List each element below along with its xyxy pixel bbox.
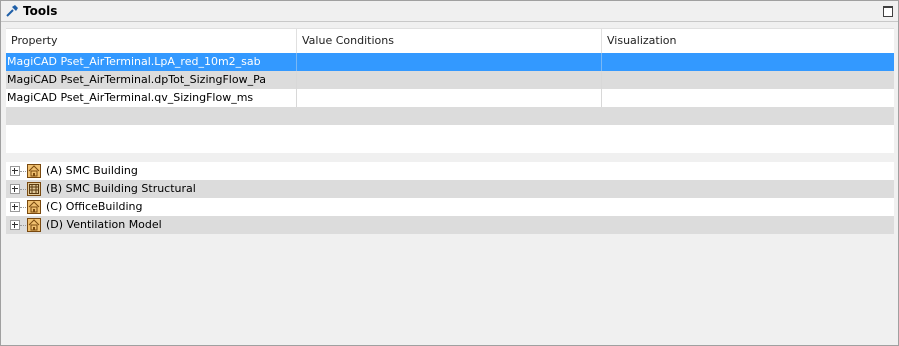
expand-icon[interactable] bbox=[10, 184, 20, 194]
hammer-icon bbox=[5, 4, 19, 18]
expand-icon[interactable] bbox=[10, 166, 20, 176]
grid-header: Property Value Conditions Visualization bbox=[6, 29, 894, 53]
building-icon bbox=[27, 218, 41, 232]
tree-connector bbox=[20, 207, 26, 208]
properties-grid: Property Value Conditions Visualization … bbox=[6, 28, 894, 153]
cell-property[interactable]: MagiCAD Pset_AirTerminal.LpA_red_10m2_sa… bbox=[6, 53, 297, 71]
tree-connector bbox=[20, 189, 26, 190]
maximize-icon[interactable] bbox=[883, 6, 893, 17]
column-header-visualization[interactable]: Visualization bbox=[602, 29, 894, 53]
cell-value-conditions[interactable] bbox=[297, 71, 602, 89]
building-icon bbox=[27, 164, 41, 178]
model-tree: (A) SMC Building (B) SMC Building Struct… bbox=[6, 162, 894, 234]
table-row[interactable]: MagiCAD Pset_AirTerminal.qv_SizingFlow_m… bbox=[6, 89, 894, 107]
tree-item-label: (C) OfficeBuilding bbox=[46, 200, 143, 213]
tree-item-label: (D) Ventilation Model bbox=[46, 218, 162, 231]
table-row[interactable]: MagiCAD Pset_AirTerminal.dpTot_SizingFlo… bbox=[6, 71, 894, 89]
tree-item-label: (B) SMC Building Structural bbox=[46, 182, 196, 195]
cell-value-conditions[interactable] bbox=[297, 89, 602, 107]
expand-icon[interactable] bbox=[10, 202, 20, 212]
tree-item[interactable]: (D) Ventilation Model bbox=[6, 216, 894, 234]
structural-building-icon bbox=[27, 182, 41, 196]
column-header-property[interactable]: Property bbox=[6, 29, 297, 53]
column-header-value-conditions[interactable]: Value Conditions bbox=[297, 29, 602, 53]
building-icon bbox=[27, 200, 41, 214]
table-row[interactable]: MagiCAD Pset_AirTerminal.LpA_red_10m2_sa… bbox=[6, 53, 894, 71]
grid-empty-row bbox=[6, 107, 894, 125]
expand-icon[interactable] bbox=[10, 220, 20, 230]
tree-item[interactable]: (B) SMC Building Structural bbox=[6, 180, 894, 198]
tools-panel: Tools Property Value Conditions Visualiz… bbox=[0, 0, 899, 346]
cell-value-conditions[interactable] bbox=[297, 53, 602, 71]
tree-connector bbox=[20, 225, 26, 226]
tree-item[interactable]: (C) OfficeBuilding bbox=[6, 198, 894, 216]
cell-property[interactable]: MagiCAD Pset_AirTerminal.qv_SizingFlow_m… bbox=[6, 89, 297, 107]
cell-property[interactable]: MagiCAD Pset_AirTerminal.dpTot_SizingFlo… bbox=[6, 71, 297, 89]
tree-connector bbox=[20, 171, 26, 172]
tree-item-label: (A) SMC Building bbox=[46, 164, 138, 177]
tree-item[interactable]: (A) SMC Building bbox=[6, 162, 894, 180]
cell-visualization[interactable] bbox=[602, 53, 894, 71]
panel-title: Tools bbox=[23, 4, 58, 18]
cell-visualization[interactable] bbox=[602, 71, 894, 89]
panel-titlebar: Tools bbox=[1, 1, 898, 22]
cell-visualization[interactable] bbox=[602, 89, 894, 107]
